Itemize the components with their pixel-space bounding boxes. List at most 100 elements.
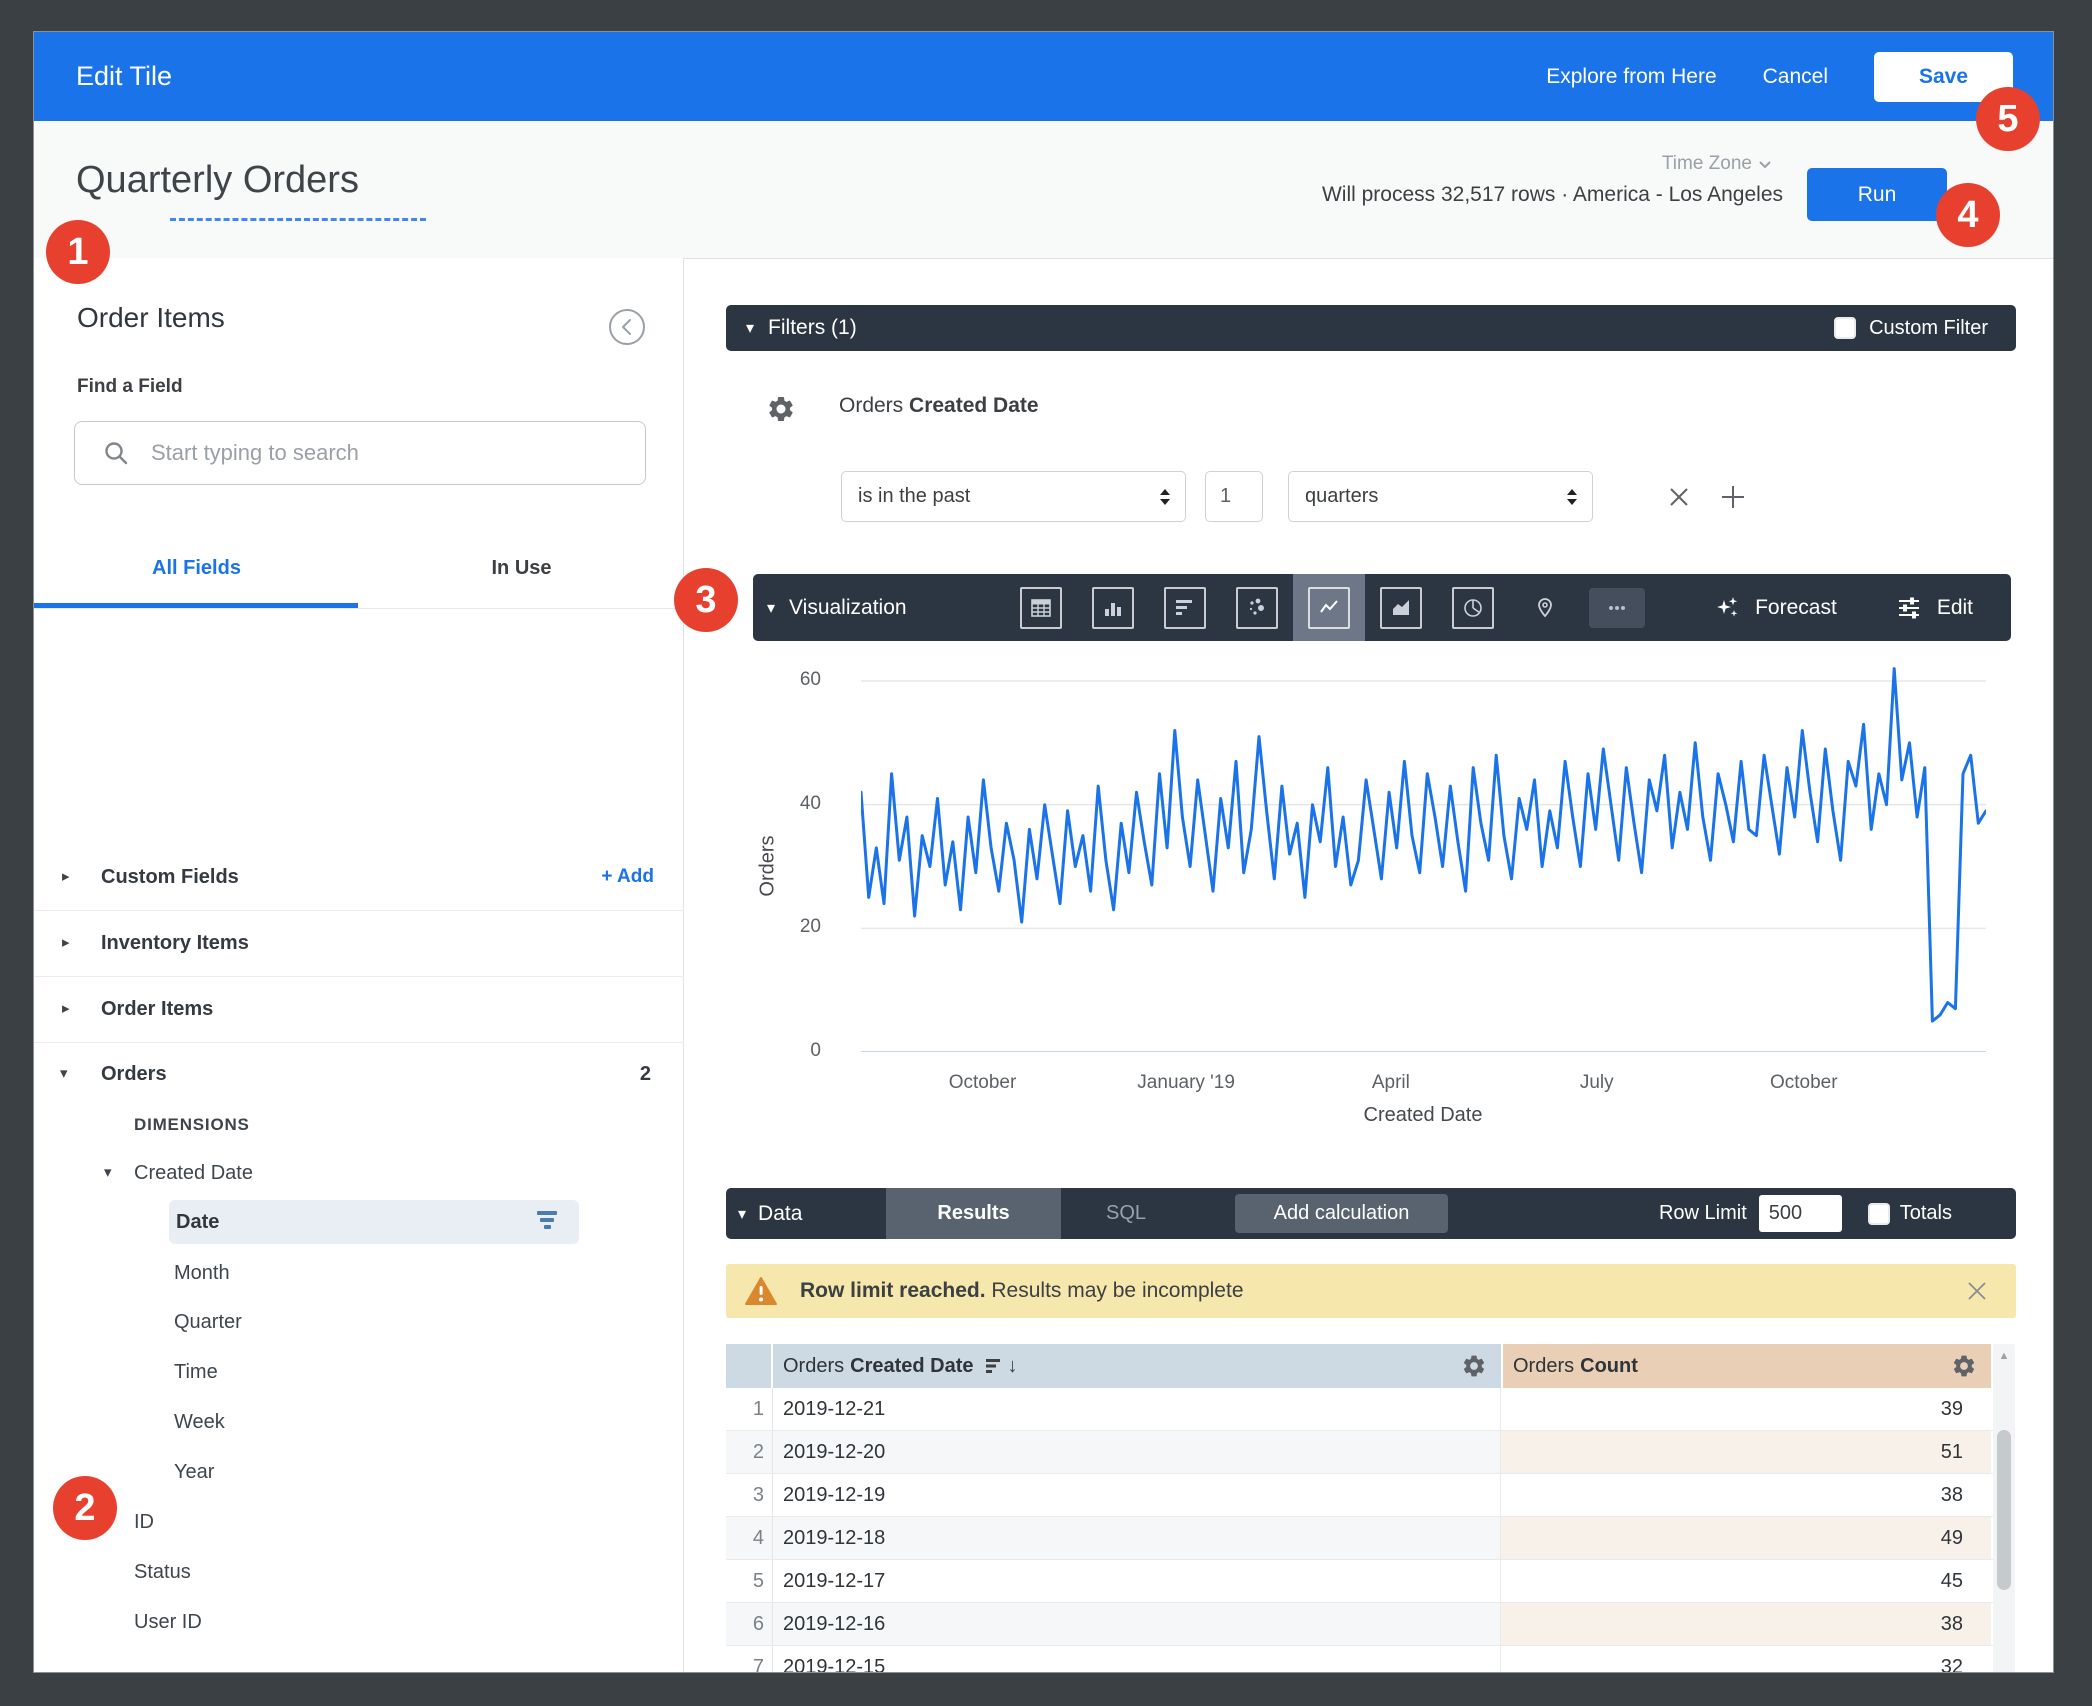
sidebar-item-created-date[interactable]: ▾ Created Date	[34, 1151, 684, 1195]
collapse-visualization-icon[interactable]: ▾	[767, 598, 775, 618]
y-axis-tick: 0	[761, 1040, 821, 1062]
table-row[interactable]: 42019-12-1849	[726, 1517, 1993, 1560]
explore-from-here-link[interactable]: Explore from Here	[1546, 65, 1716, 89]
add-filter-icon[interactable]	[1718, 482, 1748, 512]
title-edit-underline	[170, 218, 426, 221]
sidebar-item-time[interactable]: Time	[34, 1350, 684, 1394]
sidebar-item-week[interactable]: Week	[34, 1400, 684, 1444]
totals-checkbox[interactable]	[1868, 1203, 1890, 1225]
row-limit-input[interactable]	[1759, 1195, 1842, 1232]
tab-results[interactable]: Results	[886, 1188, 1061, 1239]
chevron-down-icon[interactable]: ▾	[60, 1052, 68, 1096]
add-custom-field-button[interactable]: + Add	[601, 855, 654, 899]
viz-type-row-chart[interactable]	[1149, 574, 1221, 641]
viz-type-pie-chart[interactable]	[1437, 574, 1509, 641]
filter-by-field-icon[interactable]	[534, 1211, 560, 1233]
viz-type-map[interactable]	[1509, 574, 1581, 641]
scroll-up-icon[interactable]: ▲	[1993, 1350, 2015, 1362]
column-header-count[interactable]: OrdersCount	[1501, 1344, 1991, 1388]
viz-type-line-chart[interactable]	[1293, 574, 1365, 641]
filter-gear-icon[interactable]	[766, 394, 796, 424]
chevron-right-icon[interactable]: ▸	[62, 921, 70, 965]
sidebar-item-label: Week	[174, 1400, 225, 1444]
viz-type-bar-chart[interactable]	[1077, 574, 1149, 641]
sidebar-item-month[interactable]: Month	[34, 1251, 684, 1295]
sidebar-item-inventory-items[interactable]: ▸Inventory Items	[34, 921, 684, 965]
table-row[interactable]: 32019-12-1938	[726, 1474, 1993, 1517]
add-calculation-button[interactable]: Add calculation	[1235, 1194, 1448, 1233]
sidebar-item-date[interactable]: Date	[34, 1200, 684, 1244]
created-date-cell[interactable]: 2019-12-21	[773, 1388, 1501, 1430]
x-axis-tick: July	[1580, 1072, 1614, 1094]
created-date-cell[interactable]: 2019-12-15	[773, 1646, 1501, 1673]
cancel-button[interactable]: Cancel	[1763, 65, 1828, 89]
count-cell[interactable]: 38	[1501, 1474, 1991, 1516]
viz-type-more[interactable]	[1581, 574, 1653, 641]
created-date-cell[interactable]: 2019-12-19	[773, 1474, 1501, 1516]
annotation-badge-3: 3	[674, 568, 738, 632]
filter-unit-select[interactable]: quarters	[1288, 471, 1593, 522]
sidebar-item-dimensions[interactable]: DIMENSIONS	[34, 1103, 684, 1147]
annotation-badge-4: 4	[1936, 183, 2000, 247]
created-date-cell[interactable]: 2019-12-18	[773, 1517, 1501, 1559]
sidebar-item-order-items[interactable]: ▸Order Items	[34, 987, 684, 1031]
sidebar-item-status[interactable]: Status	[34, 1550, 684, 1594]
column-gear-icon[interactable]	[1461, 1353, 1487, 1379]
run-button[interactable]: Run	[1807, 168, 1947, 221]
count-cell[interactable]: 49	[1501, 1517, 1991, 1559]
edit-viz-button[interactable]: Edit	[1895, 594, 1973, 622]
viz-type-area-chart[interactable]	[1365, 574, 1437, 641]
collapse-filters-icon[interactable]: ▾	[746, 318, 754, 338]
count-cell[interactable]: 45	[1501, 1560, 1991, 1602]
created-date-cell[interactable]: 2019-12-17	[773, 1560, 1501, 1602]
created-date-cell[interactable]: 2019-12-16	[773, 1603, 1501, 1645]
sidebar-item-orders[interactable]: ▾Orders2	[34, 1052, 684, 1096]
visualization-section-label: Visualization	[789, 596, 907, 620]
count-cell[interactable]: 39	[1501, 1388, 1991, 1430]
sidebar-item-custom-fields[interactable]: ▸Custom Fields+ Add	[34, 855, 684, 899]
viz-type-table[interactable]	[1005, 574, 1077, 641]
line-chart[interactable]	[861, 652, 1986, 1052]
sidebar-item-measures[interactable]: MEASURES	[34, 1667, 684, 1673]
forecast-button[interactable]: Forecast	[1713, 594, 1837, 622]
column-gear-icon[interactable]	[1951, 1353, 1977, 1379]
column-header-created-date[interactable]: OrdersCreated Date ↓	[773, 1344, 1501, 1388]
table-row[interactable]: 72019-12-1532	[726, 1646, 1993, 1673]
close-warning-icon[interactable]	[1962, 1276, 1992, 1306]
remove-filter-icon[interactable]	[1664, 482, 1694, 512]
sidebar-item-user-id[interactable]: User ID	[34, 1600, 684, 1644]
visualization-section-bar[interactable]: ▾ Visualization Forecast	[753, 574, 2011, 641]
count-cell[interactable]: 38	[1501, 1603, 1991, 1645]
scrollbar-thumb[interactable]	[1997, 1430, 2011, 1590]
table-row[interactable]: 52019-12-1745	[726, 1560, 1993, 1603]
filter-value-input[interactable]	[1205, 471, 1263, 522]
table-row[interactable]: 22019-12-2051	[726, 1431, 1993, 1474]
table-scrollbar[interactable]: ▲	[1993, 1344, 2015, 1673]
chevron-right-icon[interactable]: ▸	[62, 855, 70, 899]
sidebar-item-quarter[interactable]: Quarter	[34, 1300, 684, 1344]
custom-filter-checkbox[interactable]	[1834, 317, 1856, 339]
collapse-data-icon[interactable]: ▾	[738, 1204, 746, 1224]
sidebar-item-year[interactable]: Year	[34, 1450, 684, 1494]
results-table-body: 12019-12-213922019-12-205132019-12-19384…	[726, 1388, 1993, 1673]
viz-type-scatter-icon[interactable]	[1221, 574, 1293, 641]
table-row[interactable]: 12019-12-2139	[726, 1388, 1993, 1431]
created-date-cell[interactable]: 2019-12-20	[773, 1431, 1501, 1473]
sidebar-item-label: Month	[174, 1251, 230, 1295]
totals-label: Totals	[1900, 1202, 1952, 1225]
tab-sql[interactable]: SQL	[1081, 1188, 1171, 1239]
filters-section-bar[interactable]: ▾ Filters (1) Custom Filter	[726, 305, 2016, 351]
filter-operator-select[interactable]: is in the past	[841, 471, 1186, 522]
results-table-header: OrdersCreated Date ↓ OrdersCount	[726, 1344, 1993, 1388]
tile-title[interactable]: Quarterly Orders	[76, 159, 359, 202]
table-row[interactable]: 62019-12-1638	[726, 1603, 1993, 1646]
count-cell[interactable]: 51	[1501, 1431, 1991, 1473]
chevron-down-icon[interactable]: ▾	[104, 1151, 112, 1195]
time-zone-dropdown[interactable]: Time Zone	[1662, 153, 1774, 175]
chevron-right-icon[interactable]: ▸	[62, 987, 70, 1031]
process-info-text: Will process 32,517 rows · America - Los…	[1322, 183, 1783, 207]
count-cell[interactable]: 32	[1501, 1646, 1991, 1673]
sidebar-item-label: Created Date	[134, 1151, 253, 1195]
data-section-bar[interactable]: ▾ Data Results SQL Add calculation Row L…	[726, 1188, 2016, 1239]
sidebar-item-id[interactable]: ID	[34, 1500, 684, 1544]
